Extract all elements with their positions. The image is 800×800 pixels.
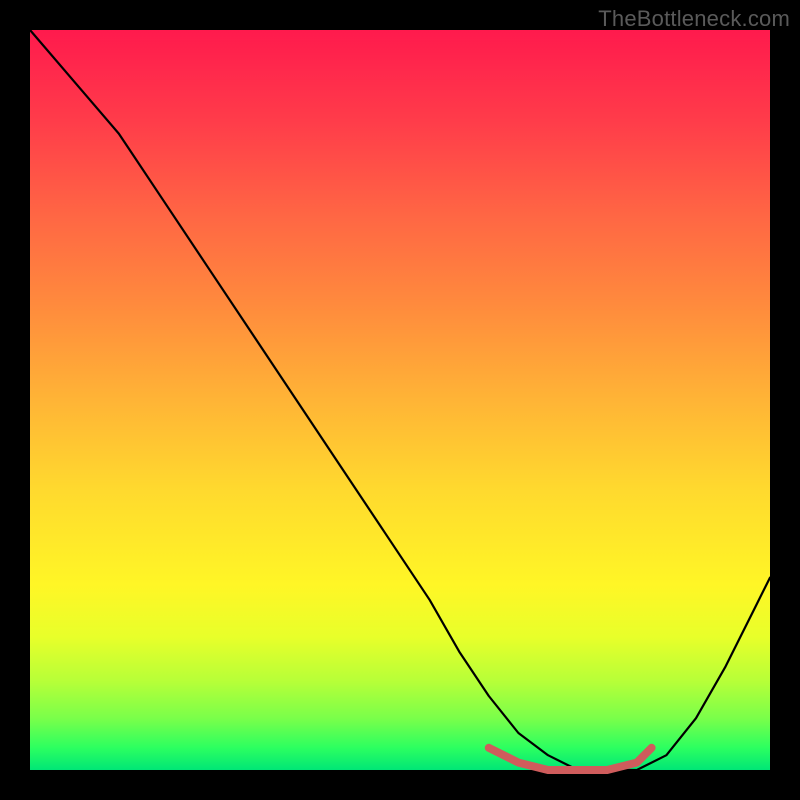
chart-frame: TheBottleneck.com (0, 0, 800, 800)
watermark-text: TheBottleneck.com (598, 6, 790, 32)
bottleneck-curve-path (30, 30, 770, 770)
plot-area (30, 30, 770, 770)
optimal-band-path (489, 748, 652, 770)
curve-svg (30, 30, 770, 770)
